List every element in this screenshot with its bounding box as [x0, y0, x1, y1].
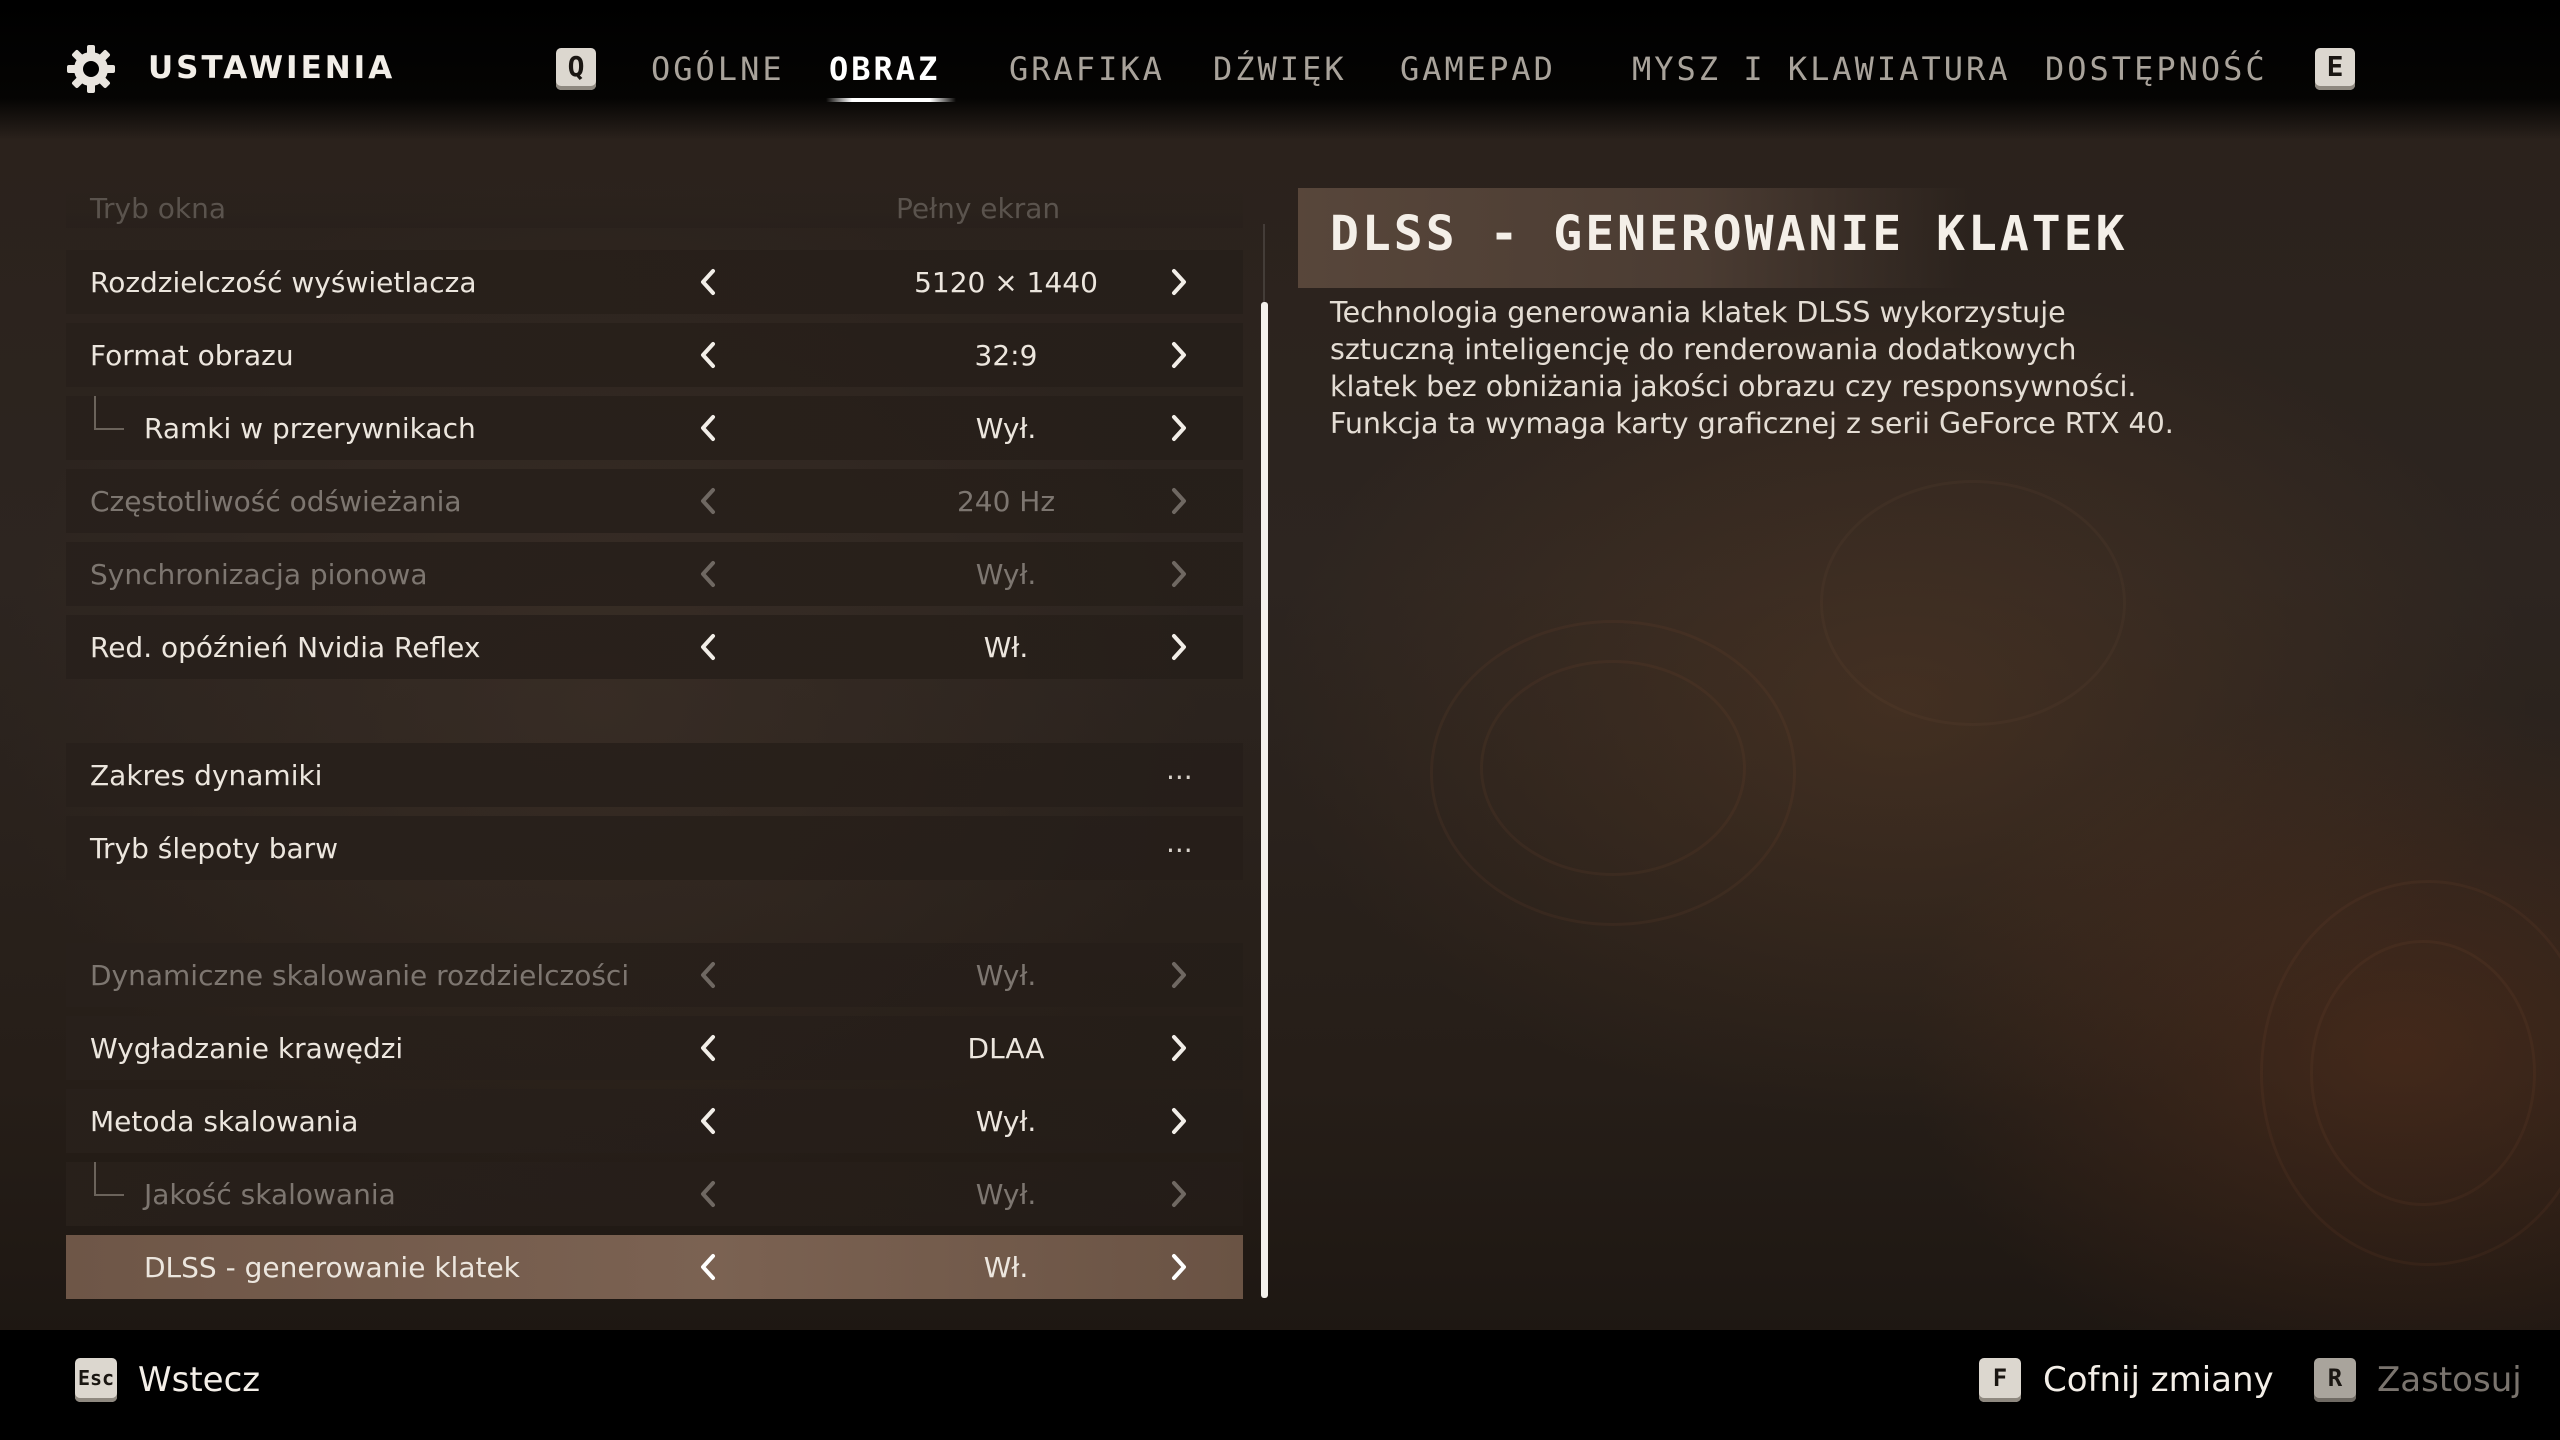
setting-value: 240 Hz — [956, 485, 1056, 518]
esc-key-icon: Esc — [75, 1358, 117, 1402]
scrollbar-thumb[interactable] — [1261, 302, 1268, 1298]
setting-row-upscaling-method[interactable]: Metoda skalowania Wył. — [66, 1089, 1243, 1153]
tab-gamepad[interactable]: GAMEPAD — [1400, 50, 1556, 88]
setting-value: Wył. — [975, 1178, 1037, 1211]
setting-row-cutscene-letterbox[interactable]: Ramki w przerywnikach Wył. — [66, 396, 1243, 460]
setting-label: Dynamiczne skalowanie rozdzielczości — [90, 959, 630, 992]
chevron-right-icon — [1169, 560, 1189, 588]
setting-label: Format obrazu — [90, 339, 294, 372]
setting-label: Częstotliwość odświeżania — [90, 485, 462, 518]
setting-label: Metoda skalowania — [90, 1105, 359, 1138]
setting-value: Wył. — [975, 1105, 1037, 1138]
setting-row-anti-aliasing[interactable]: Wygładzanie krawędzi DLAA — [66, 1016, 1243, 1080]
tab-accessibility[interactable]: DOSTĘPNOŚĆ — [2045, 50, 2268, 88]
next-tab-key-hint[interactable]: E — [2315, 48, 2355, 90]
tab-general[interactable]: OGÓLNE — [651, 50, 785, 88]
chevron-left-icon[interactable] — [698, 268, 718, 296]
background-swirl — [1480, 660, 1746, 876]
chevron-left-icon[interactable] — [698, 341, 718, 369]
partially-hidden-row: Tryb okna Pełny ekran — [66, 188, 1243, 228]
setting-value: Wł. — [983, 631, 1029, 664]
r-key-icon: R — [2314, 1358, 2356, 1402]
chevron-right-icon[interactable] — [1169, 268, 1189, 296]
prev-tab-key-hint[interactable]: Q — [556, 48, 596, 90]
chevron-right-icon — [1169, 961, 1189, 989]
setting-value: 5120 × 1440 — [914, 266, 1098, 299]
tab-audio[interactable]: DŹWIĘK — [1213, 50, 1347, 88]
chevron-left-icon[interactable] — [698, 414, 718, 442]
chevron-left-icon[interactable] — [698, 1253, 718, 1281]
tab-display[interactable]: OBRAZ — [829, 50, 940, 88]
tab-graphics[interactable]: GRAFIKA — [1009, 50, 1165, 88]
f-key-icon: F — [1979, 1358, 2021, 1402]
setting-row-nvidia-reflex[interactable]: Red. opóźnień Nvidia Reflex Wł. — [66, 615, 1243, 679]
gear-icon — [67, 45, 115, 93]
setting-row-aspect-ratio[interactable]: Format obrazu 32:9 — [66, 323, 1243, 387]
submenu-ellipsis: ... — [1166, 753, 1193, 786]
submenu-ellipsis: ... — [1166, 826, 1193, 859]
setting-label: Wygładzanie krawędzi — [90, 1032, 404, 1065]
tree-connector — [94, 1162, 124, 1196]
chevron-right-icon[interactable] — [1169, 633, 1189, 661]
chevron-left-icon[interactable] — [698, 1107, 718, 1135]
setting-row-dynamic-range[interactable]: Zakres dynamiki ... — [66, 743, 1243, 807]
setting-label: Rozdzielczość wyświetlacza — [90, 266, 477, 299]
setting-label: Ramki w przerywnikach — [144, 412, 476, 445]
chevron-right-icon[interactable] — [1169, 1107, 1189, 1135]
description-line: sztuczną inteligencję do renderowania do… — [1330, 333, 2077, 366]
setting-label: Jakość skalowania — [144, 1178, 396, 1211]
setting-label: Synchronizacja pionowa — [90, 558, 428, 591]
active-tab-indicator — [826, 98, 956, 102]
setting-value: Wył. — [975, 959, 1037, 992]
setting-value: Pełny ekran — [896, 192, 1061, 225]
chevron-right-icon — [1169, 1180, 1189, 1208]
description-line: klatek bez obniżania jakości obrazu czy … — [1330, 370, 2137, 403]
chevron-left-icon — [698, 961, 718, 989]
chevron-right-icon — [1169, 487, 1189, 515]
chevron-right-icon[interactable] — [1169, 1034, 1189, 1062]
background-swirl — [1820, 480, 2126, 726]
setting-row-display-resolution[interactable]: Rozdzielczość wyświetlacza 5120 × 1440 — [66, 250, 1243, 314]
setting-label: Tryb ślepoty barw — [90, 832, 339, 865]
revert-changes-button[interactable]: Cofnij zmiany — [2043, 1360, 2274, 1400]
setting-value: 32:9 — [974, 339, 1038, 372]
setting-label: Red. opóźnień Nvidia Reflex — [90, 631, 481, 664]
chevron-left-icon — [698, 560, 718, 588]
setting-row-dynamic-resolution-scaling: Dynamiczne skalowanie rozdzielczości Wył… — [66, 943, 1243, 1007]
setting-row-upscaling-quality: Jakość skalowania Wył. — [66, 1162, 1243, 1226]
setting-row-refresh-rate: Częstotliwość odświeżania 240 Hz — [66, 469, 1243, 533]
chevron-right-icon[interactable] — [1169, 341, 1189, 369]
apply-button[interactable]: Zastosuj — [2377, 1360, 2522, 1400]
settings-title: USTAWIENIA — [148, 50, 396, 86]
chevron-right-icon[interactable] — [1169, 1253, 1189, 1281]
chevron-left-icon — [698, 487, 718, 515]
description-body: Technologia generowania klatek DLSS wyko… — [1330, 294, 2190, 442]
setting-label: DLSS - generowanie klatek — [144, 1251, 520, 1284]
back-button[interactable]: Wstecz — [138, 1360, 260, 1400]
description-line: Funkcja ta wymaga karty graficznej z ser… — [1330, 407, 2174, 440]
tab-mouse-keyboard[interactable]: MYSZ I KLAWIATURA — [1632, 50, 2011, 88]
description-title: DLSS - GENEROWANIE KLATEK — [1330, 206, 2128, 262]
chevron-right-icon[interactable] — [1169, 414, 1189, 442]
setting-value: Wył. — [975, 412, 1037, 445]
chevron-left-icon[interactable] — [698, 633, 718, 661]
setting-value: Wył. — [975, 558, 1037, 591]
top-bar: USTAWIENIA Q OGÓLNE OBRAZ GRAFIKA DŹWIĘK… — [0, 0, 2560, 140]
setting-label: Zakres dynamiki — [90, 759, 323, 792]
setting-value: Wł. — [983, 1251, 1029, 1284]
setting-label: Tryb okna — [90, 192, 226, 225]
setting-value: DLAA — [967, 1032, 1045, 1065]
setting-row-dlss-frame-generation[interactable]: DLSS - generowanie klatek Wł. — [66, 1235, 1243, 1299]
chevron-left-icon — [698, 1180, 718, 1208]
setting-row-vsync: Synchronizacja pionowa Wył. — [66, 542, 1243, 606]
description-line: Technologia generowania klatek DLSS wyko… — [1330, 296, 2066, 329]
setting-row-colorblind-mode[interactable]: Tryb ślepoty barw ... — [66, 816, 1243, 880]
chevron-left-icon[interactable] — [698, 1034, 718, 1062]
tree-connector — [94, 396, 124, 430]
background-swirl — [2310, 940, 2536, 1206]
